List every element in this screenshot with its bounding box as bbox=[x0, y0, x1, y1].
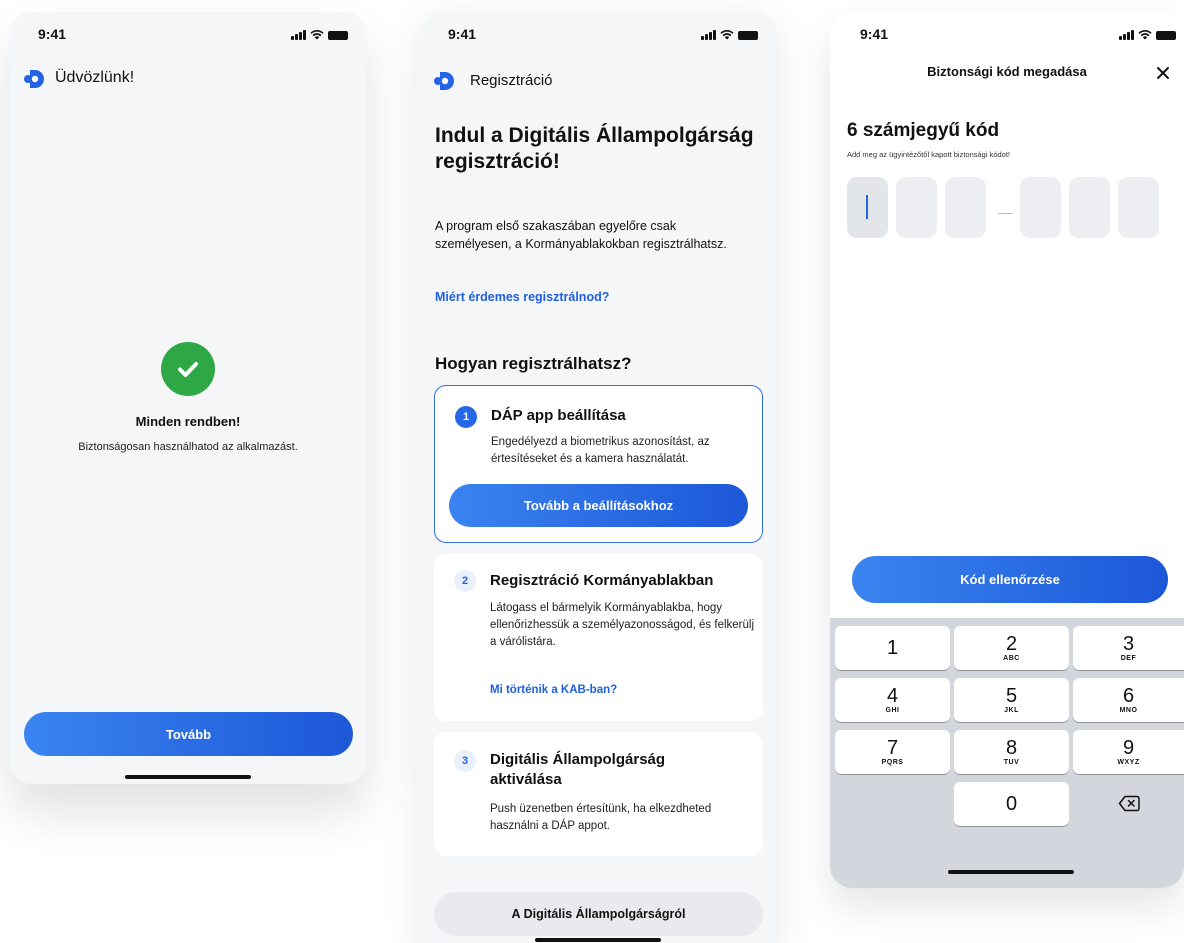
step-number: 1 bbox=[455, 406, 477, 428]
key-5[interactable]: 5 JKL bbox=[954, 678, 1069, 722]
status-time: 9:41 bbox=[448, 26, 477, 42]
code-digit-6[interactable] bbox=[1118, 177, 1159, 238]
key-7[interactable]: 7 PQRS bbox=[835, 730, 950, 774]
code-entry-screen: 9:41 Biztonsági kód megadása 6 számjegyű… bbox=[830, 12, 1184, 888]
nav-title: Üdvözlünk! bbox=[55, 69, 135, 86]
check-circle-icon bbox=[161, 342, 215, 396]
step-title: Digitális Állampolgárság aktiválása bbox=[490, 751, 666, 788]
dap-logo-icon bbox=[24, 70, 44, 88]
nav-title: Biztonsági kód megadása bbox=[927, 64, 1087, 79]
about-dap-button[interactable]: A Digitális Állampolgárságról bbox=[434, 892, 763, 936]
code-digit-5[interactable] bbox=[1069, 177, 1110, 238]
wifi-icon bbox=[1138, 30, 1152, 40]
home-indicator bbox=[948, 870, 1074, 874]
status-time: 9:41 bbox=[38, 26, 67, 42]
home-indicator bbox=[125, 775, 251, 779]
step-card-2: 2 Regisztráció Kormányablakban Látogass … bbox=[434, 554, 763, 721]
kab-info-link[interactable]: Mi történik a KAB-ban? bbox=[490, 684, 617, 696]
step-text: Engedélyezd a biometrikus azonosítást, a… bbox=[491, 436, 710, 465]
signal-icon bbox=[291, 30, 306, 40]
backspace-key[interactable] bbox=[1073, 782, 1184, 826]
step-title: DÁP app beállítása bbox=[491, 407, 626, 424]
success-subtitle: Biztonságosan használhatod az alkalmazás… bbox=[78, 441, 298, 453]
backspace-icon bbox=[1118, 795, 1140, 812]
wifi-icon bbox=[310, 30, 324, 40]
status-bar: 9:41 bbox=[830, 26, 1184, 46]
status-bar: 9:41 bbox=[420, 26, 776, 46]
step-card-1: 1 DÁP app beállítása Engedélyezd a biome… bbox=[434, 385, 763, 543]
code-heading: 6 számjegyű kód bbox=[847, 120, 1000, 141]
home-indicator bbox=[535, 938, 661, 942]
step-text: Push üzenetben értesítünk, ha elkezdhete… bbox=[490, 803, 712, 832]
success-message: Minden rendben! Biztonságosan használhat… bbox=[10, 342, 366, 453]
code-digit-1[interactable] bbox=[847, 177, 888, 238]
status-bar: 9:41 bbox=[10, 26, 366, 46]
dap-logo-icon bbox=[434, 72, 454, 90]
key-3[interactable]: 3 DEF bbox=[1073, 626, 1184, 670]
step-title: Regisztráció Kormányablakban bbox=[490, 572, 714, 589]
key-9[interactable]: 9 WXYZ bbox=[1073, 730, 1184, 774]
nav-title: Regisztráció bbox=[470, 72, 553, 89]
how-heading: Hogyan regisztrálhatsz? bbox=[435, 354, 632, 373]
battery-icon bbox=[738, 30, 758, 40]
why-register-link[interactable]: Miért érdemes regisztrálnod? bbox=[435, 290, 609, 304]
close-icon[interactable] bbox=[1156, 66, 1170, 80]
text-caret bbox=[866, 195, 868, 219]
step-text: Látogass el bármelyik Kormányablakba, ho… bbox=[490, 602, 755, 648]
welcome-screen: 9:41 Üdvözlünk! Minden rendben! Biztonsá… bbox=[10, 12, 366, 784]
key-8[interactable]: 8 TUV bbox=[954, 730, 1069, 774]
code-digit-3[interactable] bbox=[945, 177, 986, 238]
key-6[interactable]: 6 MNO bbox=[1073, 678, 1184, 722]
code-digit-4[interactable] bbox=[1020, 177, 1061, 238]
status-time: 9:41 bbox=[860, 26, 889, 42]
settings-button[interactable]: Tovább a beállításokhoz bbox=[449, 484, 748, 527]
success-title: Minden rendben! bbox=[135, 414, 241, 429]
key-2[interactable]: 2 ABC bbox=[954, 626, 1069, 670]
wifi-icon bbox=[720, 30, 734, 40]
intro-text: A program első szakaszában egyelőre csak… bbox=[435, 219, 727, 251]
battery-icon bbox=[1156, 30, 1176, 40]
numeric-keypad: 1 2 ABC 3 DEF 4 GHI 5 JKL 6 MNO 7 PQRS 8 TUV 9W… bbox=[830, 618, 1184, 888]
verify-code-button[interactable]: Kód ellenőrzése bbox=[852, 556, 1168, 603]
key-4[interactable]: 4 GHI bbox=[835, 678, 950, 722]
signal-icon bbox=[1119, 30, 1134, 40]
step-number: 2 bbox=[454, 570, 476, 592]
step-number: 3 bbox=[454, 750, 476, 772]
key-0[interactable]: 0 bbox=[954, 782, 1069, 826]
continue-button[interactable]: Tovább bbox=[24, 712, 353, 756]
page-headline: Indul a Digitális Állampolgárság regiszt… bbox=[435, 124, 754, 173]
code-separator bbox=[998, 213, 1012, 214]
battery-icon bbox=[328, 30, 348, 40]
step-card-3: 3 Digitális Állampolgárság aktiválása Pu… bbox=[434, 732, 763, 856]
code-digit-2[interactable] bbox=[896, 177, 937, 238]
registration-screen: 9:41 Regisztráció Indul a Digitális Álla… bbox=[420, 12, 776, 943]
key-1[interactable]: 1 bbox=[835, 626, 950, 670]
signal-icon bbox=[701, 30, 716, 40]
code-subtitle: Add meg az ügyintézőtől kapott biztonság… bbox=[847, 150, 1011, 159]
